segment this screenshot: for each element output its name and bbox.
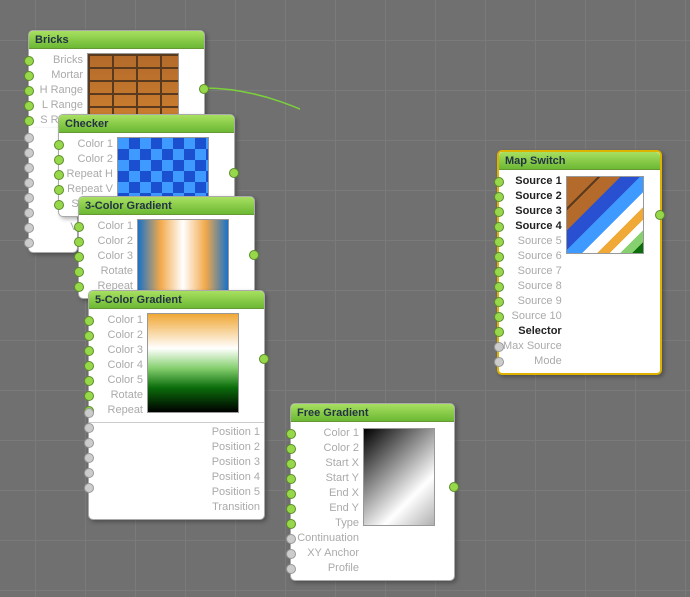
input-port[interactable] xyxy=(494,357,504,367)
input-port[interactable] xyxy=(286,534,296,544)
node-header[interactable]: 5-Color Gradient xyxy=(89,291,264,309)
output-port[interactable] xyxy=(199,84,209,94)
input-port[interactable] xyxy=(84,423,94,433)
input-port[interactable] xyxy=(286,564,296,574)
input-port[interactable] xyxy=(24,163,34,173)
input-labels: Color 1 Color 2 Color 3 Rotate Repeat xyxy=(79,217,137,296)
input-port[interactable] xyxy=(24,178,34,188)
input-port[interactable] xyxy=(54,185,64,195)
node-3color-gradient[interactable]: 3-Color Gradient Color 1 Color 2 Color 3… xyxy=(78,196,255,299)
input-port[interactable] xyxy=(54,170,64,180)
input-port[interactable] xyxy=(84,483,94,493)
input-port[interactable] xyxy=(74,252,84,262)
input-port[interactable] xyxy=(84,468,94,478)
input-labels: Source 1 Source 2 Source 3 Source 4 Sour… xyxy=(499,172,566,371)
node-header[interactable]: Free Gradient xyxy=(291,404,454,422)
node-title: Checker xyxy=(65,118,108,130)
input-port[interactable] xyxy=(494,327,504,337)
input-port[interactable] xyxy=(286,504,296,514)
node-header[interactable]: Bricks xyxy=(29,31,204,49)
node-title: 5-Color Gradient xyxy=(95,294,182,306)
input-port[interactable] xyxy=(494,252,504,262)
node-map-switch[interactable]: Map Switch Source 1 Source 2 Source 3 So… xyxy=(497,150,662,375)
input-port[interactable] xyxy=(84,408,94,418)
input-port[interactable] xyxy=(54,140,64,150)
input-port[interactable] xyxy=(286,519,296,529)
input-port[interactable] xyxy=(84,361,94,371)
input-port[interactable] xyxy=(24,86,34,96)
input-port[interactable] xyxy=(286,489,296,499)
input-port[interactable] xyxy=(494,192,504,202)
input-port[interactable] xyxy=(494,207,504,217)
input-port[interactable] xyxy=(494,177,504,187)
input-port[interactable] xyxy=(24,223,34,233)
input-port[interactable] xyxy=(24,148,34,158)
output-port[interactable] xyxy=(449,482,459,492)
input-port[interactable] xyxy=(84,376,94,386)
input-port[interactable] xyxy=(494,297,504,307)
input-port[interactable] xyxy=(494,282,504,292)
input-port[interactable] xyxy=(84,391,94,401)
input-port[interactable] xyxy=(74,282,84,292)
input-port[interactable] xyxy=(286,474,296,484)
input-port[interactable] xyxy=(286,459,296,469)
preview-mapswitch xyxy=(566,176,644,254)
input-port[interactable] xyxy=(286,549,296,559)
input-port[interactable] xyxy=(54,155,64,165)
input-port[interactable] xyxy=(24,238,34,248)
node-title: 3-Color Gradient xyxy=(85,200,172,212)
node-title: Map Switch xyxy=(505,155,566,167)
preview-gradient xyxy=(147,313,239,413)
output-port[interactable] xyxy=(229,168,239,178)
input-port[interactable] xyxy=(286,429,296,439)
input-port[interactable] xyxy=(74,267,84,277)
input-port[interactable] xyxy=(24,133,34,143)
input-port[interactable] xyxy=(84,316,94,326)
node-title: Free Gradient xyxy=(297,407,369,419)
input-port[interactable] xyxy=(494,267,504,277)
node-header[interactable]: 3-Color Gradient xyxy=(79,197,254,215)
input-port[interactable] xyxy=(84,346,94,356)
input-labels: Color 1 Color 2 Color 3 Color 4 Color 5 … xyxy=(89,311,147,420)
input-port[interactable] xyxy=(84,453,94,463)
input-port[interactable] xyxy=(494,222,504,232)
node-header[interactable]: Map Switch xyxy=(499,152,660,170)
preview-gradient xyxy=(363,428,435,526)
input-port[interactable] xyxy=(54,200,64,210)
input-port[interactable] xyxy=(84,438,94,448)
input-port[interactable] xyxy=(494,237,504,247)
output-port[interactable] xyxy=(249,250,259,260)
output-port[interactable] xyxy=(655,210,665,220)
input-port[interactable] xyxy=(24,208,34,218)
input-port[interactable] xyxy=(24,71,34,81)
node-header[interactable]: Checker xyxy=(59,115,234,133)
node-5color-gradient[interactable]: 5-Color Gradient Color 1 Color 2 Color 3… xyxy=(88,290,265,520)
input-port[interactable] xyxy=(74,222,84,232)
input-port[interactable] xyxy=(494,342,504,352)
input-port[interactable] xyxy=(24,56,34,66)
node-title: Bricks xyxy=(35,34,69,46)
input-port[interactable] xyxy=(24,116,34,126)
output-port[interactable] xyxy=(259,354,269,364)
input-port[interactable] xyxy=(286,444,296,454)
input-port[interactable] xyxy=(74,237,84,247)
preview-gradient xyxy=(137,219,229,291)
input-port[interactable] xyxy=(494,312,504,322)
input-labels: Position 1 Position 2 Position 3 Positio… xyxy=(89,423,264,519)
input-port[interactable] xyxy=(24,193,34,203)
input-port[interactable] xyxy=(84,331,94,341)
node-free-gradient[interactable]: Free Gradient Color 1 Color 2 Start X St… xyxy=(290,403,455,581)
input-port[interactable] xyxy=(24,101,34,111)
input-labels: Color 1 Color 2 Start X Start Y End X En… xyxy=(291,424,363,578)
